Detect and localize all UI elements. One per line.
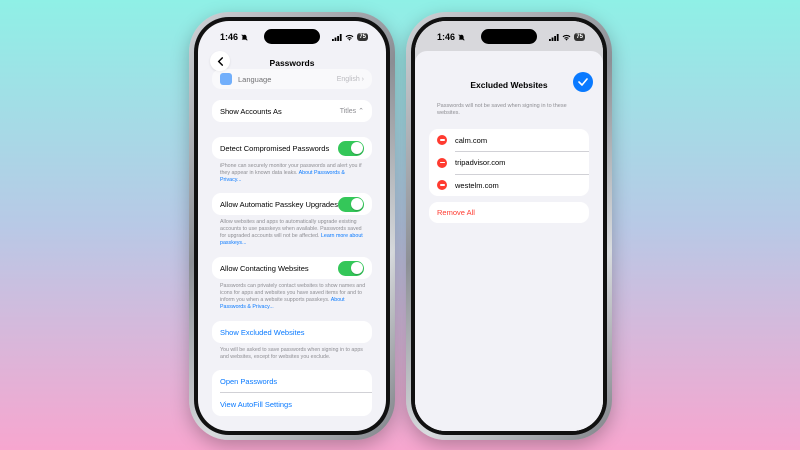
passkey-footnote: Allow websites and apps to automatically… bbox=[220, 219, 363, 246]
list-item[interactable]: calm.com bbox=[429, 129, 589, 151]
show-excluded-row[interactable]: Show Excluded Websites bbox=[212, 321, 372, 343]
view-autofill-label: View AutoFill Settings bbox=[220, 399, 292, 409]
show-accounts-label: Show Accounts As bbox=[220, 106, 282, 116]
excluded-websites-screen: 1:46 75 Excluded Websites Passwords will… bbox=[415, 21, 603, 431]
show-accounts-row[interactable]: Show Accounts As Titles ⌃ bbox=[212, 100, 372, 122]
wifi-icon bbox=[345, 34, 354, 41]
signal-icon bbox=[549, 33, 559, 41]
open-passwords-label: Open Passwords bbox=[220, 376, 278, 386]
show-accounts-card: Show Accounts As Titles ⌃ bbox=[212, 100, 372, 122]
excluded-footnote: You will be asked to save passwords when… bbox=[220, 347, 363, 360]
remove-circle-icon[interactable] bbox=[437, 135, 447, 145]
status-bar: 1:46 75 bbox=[198, 30, 386, 44]
excluded-card: Show Excluded Websites bbox=[212, 321, 372, 343]
battery-icon: 75 bbox=[357, 33, 368, 41]
checkmark-icon bbox=[578, 78, 588, 86]
open-passwords-row[interactable]: Open Passwords bbox=[212, 370, 372, 392]
signal-icon bbox=[332, 33, 342, 41]
remove-all-button[interactable]: Remove All bbox=[429, 202, 589, 223]
passkey-toggle[interactable] bbox=[338, 196, 364, 212]
page-title: Passwords bbox=[269, 58, 315, 68]
contacting-footnote: Passwords can privately contact websites… bbox=[220, 283, 366, 310]
passwords-settings-screen: 1:46 75 Passwords Language English › Sho… bbox=[198, 21, 386, 431]
detect-card: Detect Compromised Passwords bbox=[212, 137, 372, 159]
list-item[interactable]: tripadvisor.com bbox=[429, 152, 589, 174]
detect-label: Detect Compromised Passwords bbox=[220, 143, 330, 153]
detect-footnote: iPhone can securely monitor your passwor… bbox=[220, 163, 362, 183]
language-card: Language English › bbox=[212, 69, 372, 89]
site-label: tripadvisor.com bbox=[455, 158, 506, 167]
actions-card: Open Passwords View AutoFill Settings bbox=[212, 370, 372, 416]
done-button[interactable] bbox=[573, 72, 593, 92]
right-phone: 1:46 75 Excluded Websites Passwords will… bbox=[406, 12, 612, 440]
language-icon bbox=[220, 73, 232, 85]
passkey-label: Allow Automatic Passkey Upgrades bbox=[220, 199, 338, 209]
detect-row: Detect Compromised Passwords bbox=[212, 137, 372, 159]
bell-slash-icon bbox=[458, 33, 465, 41]
contacting-card: Allow Contacting Websites bbox=[212, 257, 372, 279]
language-value: English › bbox=[336, 75, 364, 83]
detect-toggle[interactable] bbox=[338, 140, 364, 156]
passkey-card: Allow Automatic Passkey Upgrades bbox=[212, 193, 372, 215]
language-row[interactable]: Language English › bbox=[212, 69, 372, 89]
contacting-row: Allow Contacting Websites bbox=[212, 257, 372, 279]
contacting-toggle[interactable] bbox=[338, 260, 364, 276]
battery-icon: 75 bbox=[574, 33, 585, 41]
sheet-note: Passwords will not be saved when signing… bbox=[437, 103, 567, 116]
status-time: 1:46 bbox=[437, 32, 456, 42]
remove-circle-icon[interactable] bbox=[437, 180, 447, 190]
remove-all-label: Remove All bbox=[437, 208, 475, 217]
wifi-icon bbox=[562, 34, 571, 41]
excluded-sites-list: calm.com tripadvisor.com westelm.com bbox=[429, 129, 589, 196]
passkey-row: Allow Automatic Passkey Upgrades bbox=[212, 193, 372, 215]
status-bar: 1:46 75 bbox=[415, 30, 603, 44]
list-item[interactable]: westelm.com bbox=[429, 174, 589, 196]
site-label: westelm.com bbox=[455, 180, 499, 190]
status-time: 1:46 bbox=[220, 32, 239, 42]
remove-circle-icon[interactable] bbox=[437, 157, 447, 168]
contacting-label: Allow Contacting Websites bbox=[220, 263, 309, 273]
view-autofill-row[interactable]: View AutoFill Settings bbox=[212, 393, 372, 416]
excluded-websites-sheet: Excluded Websites Passwords will not be … bbox=[415, 51, 603, 431]
bell-slash-icon bbox=[241, 33, 248, 41]
left-phone: 1:46 75 Passwords Language English › Sho… bbox=[189, 12, 395, 440]
show-excluded-label: Show Excluded Websites bbox=[220, 327, 305, 337]
site-label: calm.com bbox=[455, 135, 488, 145]
remove-all-card: Remove All bbox=[429, 202, 589, 223]
show-accounts-value: Titles ⌃ bbox=[339, 108, 364, 115]
language-label: Language bbox=[238, 74, 272, 84]
